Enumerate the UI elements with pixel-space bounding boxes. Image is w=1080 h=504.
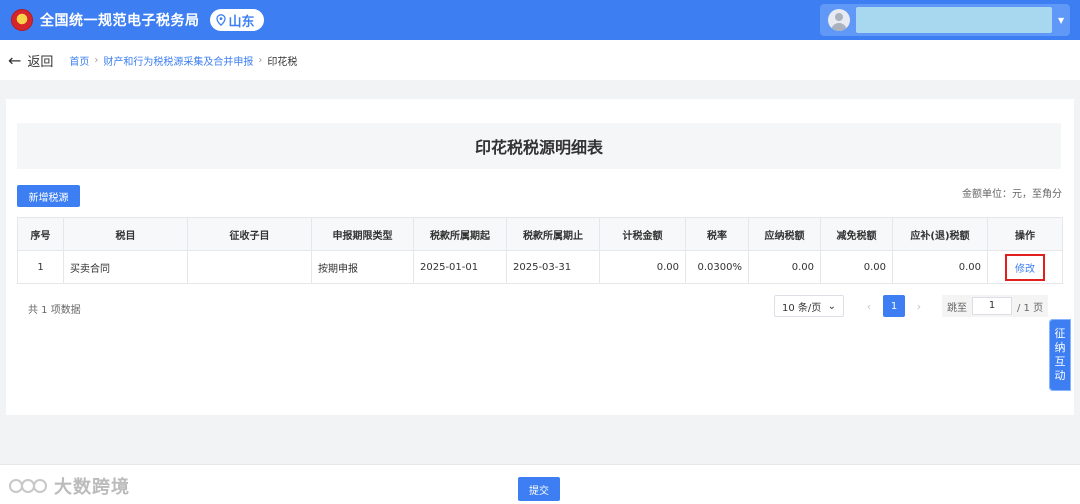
- location-pin-icon: [215, 14, 226, 26]
- page-jumper: 跳至 1 / 1 页: [942, 295, 1049, 317]
- tax-source-table: 序号 税目 征收子目 申报期限类型 税款所属期起 税款所属期止 计税金额 税率 …: [17, 217, 1063, 284]
- app-title: 全国统一规范电子税务局: [40, 13, 200, 29]
- jump-page-input[interactable]: 1: [972, 297, 1012, 315]
- page-number-current[interactable]: 1: [883, 295, 905, 317]
- total-count: 共 1 项数据: [28, 305, 81, 316]
- breadcrumb: 首页 › 财产和行为税税源采集及合并申报 › 印花税: [69, 53, 297, 68]
- col-header: 税目: [63, 217, 188, 251]
- cell-period-end: 2025-03-31: [506, 250, 600, 284]
- col-header: 申报期限类型: [311, 217, 414, 251]
- add-tax-source-button[interactable]: 新增税源: [17, 185, 80, 207]
- page-title: 印花税税源明细表: [17, 123, 1061, 169]
- side-tab-char: 动: [1054, 369, 1066, 382]
- cell-tax-due: 0.00: [892, 250, 988, 284]
- cell-sub-item: [187, 250, 312, 284]
- main-card: 印花税税源明细表 新增税源 金额单位：元，至角分 序号 税目 征收子目 申报期限…: [6, 99, 1074, 415]
- page-size-label: 10 条/页: [782, 302, 822, 314]
- breadcrumb-separator-icon: ›: [94, 54, 99, 66]
- interaction-side-tab[interactable]: 征 纳 互 动: [1049, 319, 1071, 391]
- region-selector[interactable]: 山东: [209, 9, 264, 31]
- col-header: 计税金额: [599, 217, 686, 251]
- col-header: 应补(退)税额: [892, 217, 988, 251]
- chevron-down-icon: ⌄: [827, 300, 836, 312]
- cell-tax-payable: 0.00: [748, 250, 821, 284]
- jump-label: 跳至: [947, 302, 967, 314]
- caret-down-icon: ▼: [1058, 15, 1065, 25]
- prev-page-icon[interactable]: ‹: [858, 300, 880, 313]
- watermark-text: 大数跨境: [54, 477, 130, 498]
- side-tab-char: 纳: [1054, 341, 1066, 354]
- back-button[interactable]: ← 返回: [8, 51, 53, 70]
- cell-tax-relief: 0.00: [820, 250, 893, 284]
- cell-period-start: 2025-01-01: [413, 250, 507, 284]
- cell-index: 1: [17, 250, 64, 284]
- breadcrumb-bar: ← 返回 首页 › 财产和行为税税源采集及合并申报 › 印花税: [0, 40, 1080, 80]
- breadcrumb-current: 印花税: [267, 56, 298, 68]
- col-header: 序号: [17, 217, 64, 251]
- user-menu[interactable]: ▼: [820, 4, 1070, 36]
- table-header-row: 序号 税目 征收子目 申报期限类型 税款所属期起 税款所属期止 计税金额 税率 …: [17, 217, 1063, 251]
- cell-taxable-amount: 0.00: [599, 250, 686, 284]
- table-row: 1 买卖合同 按期申报 2025-01-01 2025-03-31 0.00 0…: [17, 250, 1063, 284]
- col-header: 征收子目: [187, 217, 312, 251]
- col-header: 税款所属期止: [506, 217, 600, 251]
- watermark-logo-icon: [9, 479, 47, 493]
- col-header: 减免税额: [820, 217, 893, 251]
- col-header: 税款所属期起: [413, 217, 507, 251]
- region-label: 山东: [228, 14, 255, 30]
- edit-button[interactable]: 修改: [1005, 253, 1045, 281]
- submit-button[interactable]: 提交: [518, 477, 560, 501]
- side-tab-char: 互: [1054, 355, 1066, 368]
- tax-emblem-logo: [11, 9, 33, 31]
- side-tab-char: 征: [1054, 327, 1066, 340]
- next-page-icon[interactable]: ›: [908, 300, 930, 313]
- amount-unit-note: 金额单位：元，至角分: [962, 189, 1062, 200]
- page-size-select[interactable]: 10 条/页 ⌄: [774, 295, 844, 317]
- breadcrumb-separator-icon: ›: [258, 54, 263, 66]
- col-header: 操作: [987, 217, 1063, 251]
- cell-rate: 0.0300%: [685, 250, 749, 284]
- cell-tax-item: 买卖合同: [63, 250, 188, 284]
- user-name-redacted: [856, 7, 1052, 33]
- cell-period-type: 按期申报: [311, 250, 414, 284]
- top-header: 全国统一规范电子税务局 山东 ▼: [0, 0, 1080, 40]
- watermark: 大数跨境: [8, 473, 130, 499]
- cell-action: 修改: [987, 250, 1063, 284]
- footer-bar: 大数跨境 提交: [0, 464, 1080, 504]
- col-header: 税率: [685, 217, 749, 251]
- arrow-left-icon: ←: [8, 50, 22, 70]
- breadcrumb-property-tax[interactable]: 财产和行为税税源采集及合并申报: [103, 53, 253, 68]
- breadcrumb-home[interactable]: 首页: [69, 53, 89, 68]
- total-pages: / 1 页: [1017, 302, 1044, 314]
- back-label: 返回: [27, 54, 54, 70]
- col-header: 应纳税额: [748, 217, 821, 251]
- pagination: 10 条/页 ⌄ ‹ 1 › 跳至 1 / 1 页: [774, 295, 1049, 317]
- avatar-icon: [828, 9, 850, 31]
